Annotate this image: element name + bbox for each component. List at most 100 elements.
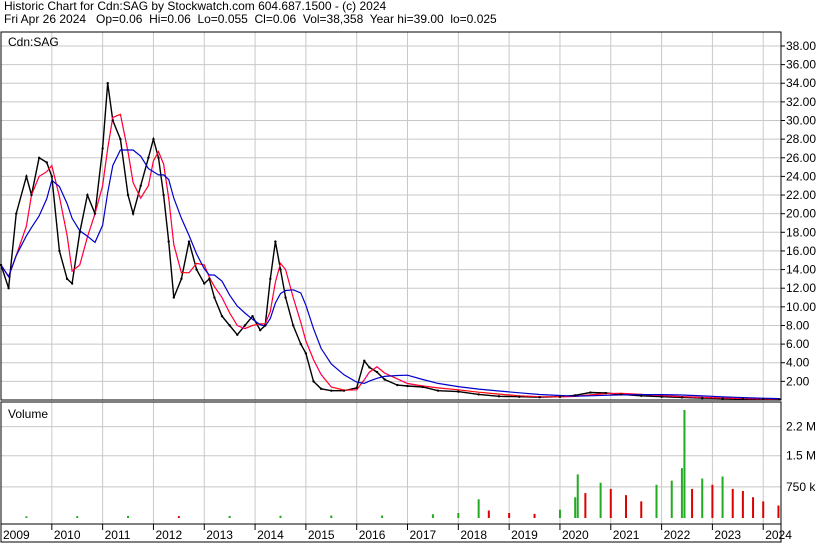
- price-point: [396, 383, 399, 387]
- y-tick-label: 20.00: [786, 207, 816, 221]
- price-point: [15, 212, 18, 215]
- price-panel-frame: [0, 31, 782, 401]
- price-point: [37, 156, 41, 159]
- stock-chart: Cdn:SAG Volume 2.00 4.00 6.00 8.00 10.00 12.0…: [0, 31, 816, 543]
- y-tick-label: 30.00: [786, 114, 816, 128]
- volume-panel-frame: [0, 401, 782, 525]
- y-tick-label: 36.00: [786, 58, 816, 72]
- price-point: [518, 395, 521, 398]
- price-point: [406, 384, 409, 388]
- price-point: [152, 137, 155, 141]
- y-tick-label: 2.00: [786, 374, 810, 388]
- price-point: [421, 385, 424, 389]
- x-tick-label: 2013: [206, 528, 233, 542]
- y-tick-label: 22.00: [786, 188, 816, 202]
- price-point: [86, 193, 89, 197]
- price-panel-title: Cdn:SAG: [8, 35, 59, 49]
- x-tick-label: 2023: [714, 528, 741, 542]
- price-point: [342, 389, 346, 392]
- y-tick-label: 10.00: [786, 300, 816, 314]
- moving-average-long-line: [0, 149, 780, 400]
- price-point: [619, 393, 623, 396]
- volume-tick-label: 2.2 M: [786, 420, 816, 434]
- price-point: [264, 324, 267, 327]
- price-point: [195, 268, 198, 271]
- price-point: [236, 333, 239, 336]
- price-point: [70, 282, 74, 285]
- y-tick-label: 38.00: [786, 39, 816, 53]
- x-tick-label: 2024: [765, 528, 792, 542]
- price-point: [167, 240, 170, 243]
- x-tick-label: 2019: [511, 528, 538, 542]
- volume-tick-label: 750 k: [786, 480, 816, 494]
- price-point: [131, 212, 135, 215]
- price-point: [45, 161, 48, 164]
- price-point: [139, 184, 142, 187]
- price-point: [363, 359, 366, 363]
- price-point: [111, 119, 114, 122]
- price-point: [291, 324, 295, 327]
- price-point: [269, 277, 272, 281]
- price-point: [477, 393, 480, 396]
- price-point: [299, 342, 303, 346]
- x-tick-label: 2021: [613, 528, 640, 542]
- price-point: [50, 175, 54, 178]
- moving-average-short-line: [0, 113, 780, 400]
- price-point: [147, 156, 150, 159]
- price-series: [0, 82, 781, 401]
- price-point: [375, 370, 379, 374]
- y-tick-label: 24.00: [786, 169, 816, 183]
- price-point: [172, 296, 175, 299]
- price-point: [157, 156, 160, 159]
- y-tick-label: 4.00: [786, 356, 810, 370]
- y-tick-label: 6.00: [786, 337, 810, 351]
- price-point: [279, 268, 282, 271]
- volume-tick-label: 1.5 M: [786, 449, 816, 463]
- price-point: [680, 396, 684, 399]
- price-point: [721, 397, 724, 400]
- price-point: [58, 249, 61, 253]
- y-tick-label: 8.00: [786, 318, 810, 332]
- time-axis-ticks: 2009 2010 2011 2012 2013 2014 2015 2016 2017 2018…: [0, 524, 792, 542]
- price-point: [101, 147, 104, 150]
- y-tick-label: 34.00: [786, 76, 816, 90]
- price-point: [284, 296, 287, 299]
- price-point: [319, 387, 323, 391]
- price-point: [457, 390, 460, 393]
- grid-lines: [1, 32, 781, 524]
- price-point: [213, 296, 216, 299]
- price-point: [251, 314, 254, 318]
- price-point: [497, 395, 501, 398]
- x-tick-label: 2014: [257, 528, 284, 542]
- price-point: [640, 394, 643, 398]
- price-point: [701, 396, 704, 400]
- price-point: [383, 378, 386, 381]
- price-point: [312, 380, 315, 383]
- x-tick-label: 2016: [359, 528, 386, 542]
- price-axis-ticks: 2.00 4.00 6.00 8.00 10.00 12.00 14.00 16.00 18.0…: [781, 39, 816, 388]
- price-point: [208, 277, 211, 281]
- price-point: [93, 212, 97, 215]
- y-tick-label: 12.00: [786, 281, 816, 295]
- x-tick-label: 2012: [155, 528, 182, 542]
- price-point: [25, 175, 28, 178]
- price-point: [78, 231, 81, 234]
- price-point: [274, 240, 277, 243]
- volume-axis-ticks: 750 k 1.5 M 2.2 M: [786, 420, 816, 494]
- price-point: [558, 395, 562, 398]
- price-point: [65, 277, 69, 281]
- price-point: [162, 193, 165, 197]
- price-point: [228, 324, 231, 327]
- price-point: [589, 391, 592, 394]
- price-point: [106, 82, 109, 85]
- price-point: [538, 396, 541, 399]
- price-point: [126, 193, 130, 197]
- price-point: [220, 314, 224, 318]
- price-point: [243, 324, 247, 327]
- x-tick-label: 2009: [3, 528, 30, 542]
- y-tick-label: 32.00: [786, 95, 816, 109]
- x-tick-label: 2011: [105, 528, 131, 542]
- moving-average-dotted-line: [0, 113, 780, 400]
- price-point: [258, 328, 262, 332]
- y-tick-label: 16.00: [786, 244, 816, 258]
